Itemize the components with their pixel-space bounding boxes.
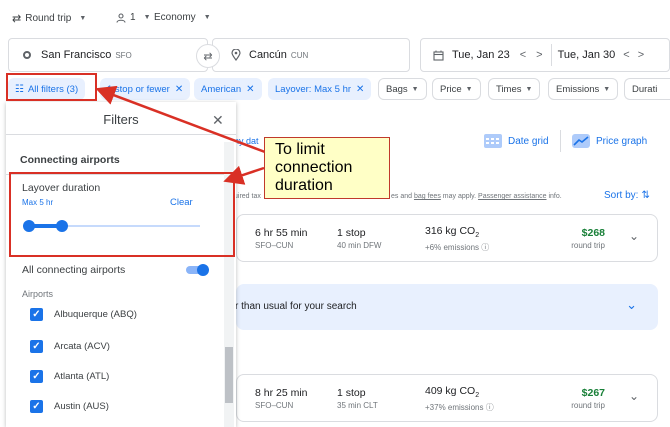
arrow-to-all-filters xyxy=(95,85,266,154)
arrow-to-layover xyxy=(223,165,265,185)
annotation-arrows xyxy=(95,85,266,185)
annotation-callout: To limit connection duration xyxy=(264,137,390,199)
